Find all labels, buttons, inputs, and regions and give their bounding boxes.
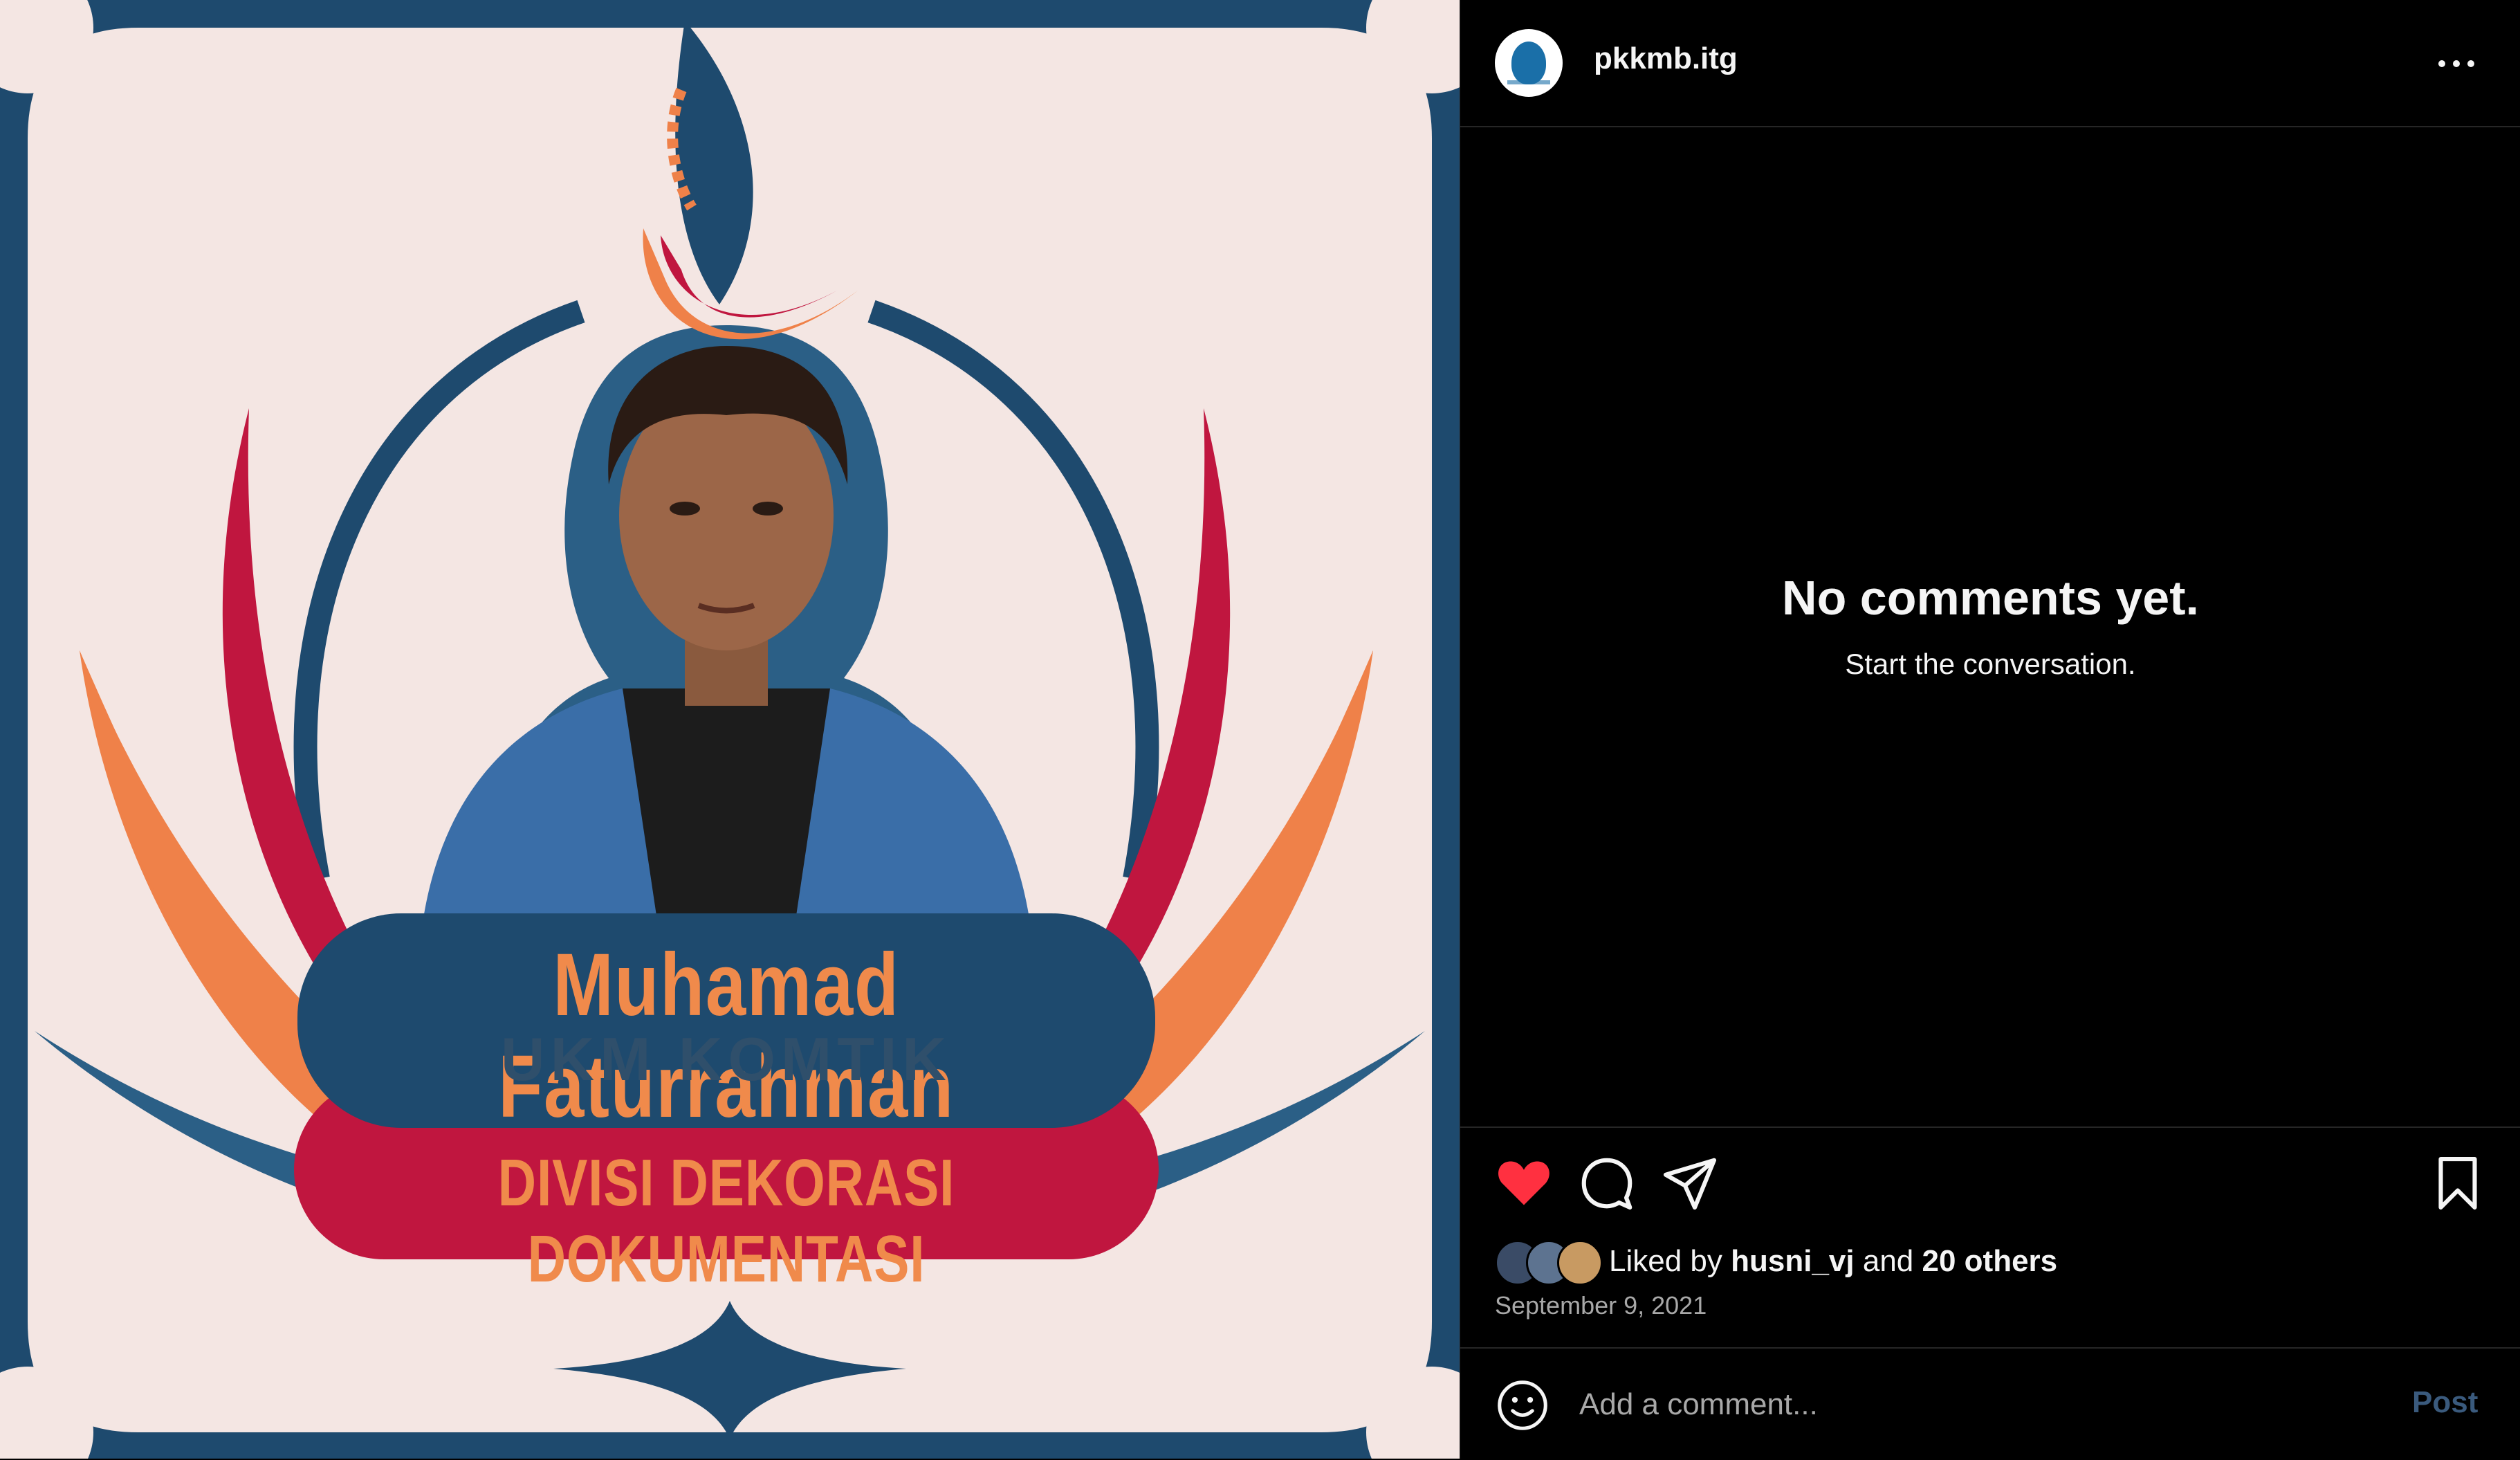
- empty-comments-title: No comments yet.: [1782, 571, 2199, 625]
- emoji-icon[interactable]: [1496, 1379, 1549, 1432]
- post-image[interactable]: Muhamad Faturrahman UKM KOMTIK DIVISI DE…: [0, 0, 1460, 1459]
- post-comment-button[interactable]: Post: [2408, 1385, 2482, 1421]
- liked-by-user-link[interactable]: husni_vj: [1731, 1244, 1855, 1278]
- comment-icon[interactable]: [1578, 1154, 1636, 1212]
- liked-by-others-link[interactable]: 20 others: [1922, 1244, 2058, 1278]
- more-options-icon[interactable]: [2429, 43, 2484, 84]
- heart-icon[interactable]: [1495, 1154, 1553, 1212]
- image-division-text: DIVISI DEKORASI DOKUMENTASI: [497, 1146, 955, 1296]
- logo-avatar-icon[interactable]: [1495, 29, 1563, 97]
- comment-bar: Post: [1460, 1347, 2520, 1460]
- post-date[interactable]: September 9, 2021: [1495, 1291, 1707, 1320]
- post-sidebar: pkkmb.itg No comments yet. Start the con…: [1460, 0, 2520, 1459]
- comment-input[interactable]: [1578, 1376, 2342, 1433]
- bookmark-icon[interactable]: [2429, 1154, 2487, 1212]
- post-header: pkkmb.itg: [1460, 0, 2520, 127]
- liked-by-and: and: [1862, 1244, 1914, 1278]
- likers-avatars[interactable]: [1495, 1240, 1606, 1286]
- image-org-text: UKM KOMTIK: [501, 1025, 952, 1093]
- liked-by-prefix: Liked by: [1609, 1244, 1722, 1278]
- username-link[interactable]: pkkmb.itg: [1594, 42, 1738, 76]
- liked-by-text: Liked by husni_vj and 20 others: [1609, 1244, 2057, 1279]
- avatar: [1557, 1240, 1603, 1286]
- comments-area: No comments yet. Start the conversation.: [1460, 127, 2520, 1127]
- share-icon[interactable]: [1661, 1154, 1719, 1212]
- post-actions: Liked by husni_vj and 20 others Septembe…: [1460, 1126, 2520, 1349]
- empty-comments-subtitle: Start the conversation.: [1845, 648, 2136, 680]
